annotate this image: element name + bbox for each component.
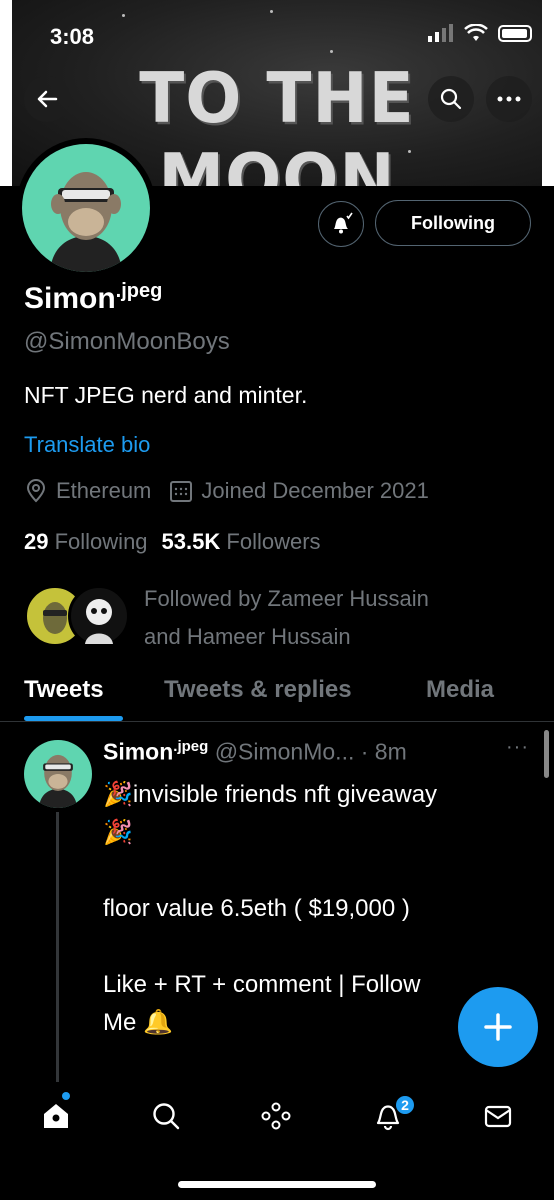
banner-star [270, 10, 273, 13]
following-button[interactable]: Following [375, 200, 531, 246]
profile-handle: @SimonMoonBoys [24, 328, 230, 355]
tweet-avatar[interactable] [24, 740, 92, 808]
followers-count-link[interactable]: 53.5K Followers [162, 529, 321, 555]
back-button[interactable] [24, 76, 70, 122]
battery-icon [498, 24, 532, 42]
back-arrow-icon [37, 90, 58, 108]
party-emoji: 🎉 [103, 781, 133, 808]
tweet-line: invisible friends nft giveaway [132, 781, 438, 808]
tweet-more-icon[interactable]: ··· [506, 736, 529, 759]
home-unread-dot [62, 1092, 70, 1100]
nav-explore[interactable] [146, 1096, 186, 1136]
compose-icon [484, 1013, 512, 1041]
tweet-handle-time: @SimonMo... · 8m [214, 738, 407, 765]
compose-button[interactable] [458, 987, 538, 1067]
party-emoji: 🎉 [103, 819, 133, 846]
tab-media[interactable]: Media [426, 676, 494, 704]
followed-by-line: Followed by Zameer Hussain [144, 586, 429, 611]
tab-tweets-replies[interactable]: Tweets & replies [164, 676, 352, 704]
joined-text: Joined December 2021 [201, 478, 429, 503]
profile-name-text: Simon [24, 282, 116, 315]
followers-count: 53.5K [161, 529, 221, 554]
thread-line [56, 812, 59, 1082]
following-count-link[interactable]: 29 Following [24, 529, 148, 555]
spaces-icon [261, 1102, 291, 1130]
profile-name: Simon.jpeg [24, 280, 162, 316]
profile-tabs: Tweets Tweets & replies Media [0, 672, 554, 722]
location-icon [26, 479, 46, 503]
scrollbar[interactable] [544, 730, 549, 778]
follow-counts: 29 Following 53.5K Followers [24, 529, 321, 555]
nav-messages[interactable] [478, 1096, 518, 1136]
home-indicator[interactable] [178, 1181, 376, 1188]
tweet-author-name[interactable]: Simon [103, 739, 173, 765]
active-tab-indicator [24, 716, 123, 721]
search-icon [440, 88, 462, 110]
wifi-icon [464, 24, 488, 41]
tweet-line: floor value 6.5eth ( $19,000 ) [103, 895, 410, 922]
avatar [68, 585, 130, 647]
status-indicators [428, 24, 532, 42]
joined-item: Joined December 2021 [169, 478, 429, 504]
bell-emoji: 🔔 [143, 1009, 173, 1036]
home-icon [44, 1104, 68, 1128]
banner-star [330, 50, 333, 53]
calendar-icon [170, 481, 193, 502]
tweet-header: Simon.jpeg @SimonMo... · 8m [103, 738, 407, 766]
notification-badge: 2 [394, 1094, 416, 1116]
tweet-line: Me [103, 1009, 137, 1036]
search-button[interactable] [428, 76, 474, 122]
following-count: 29 [24, 529, 49, 554]
signal-icon [428, 24, 453, 42]
translate-bio-link[interactable]: Translate bio [24, 432, 150, 458]
messages-icon [484, 1105, 512, 1128]
followed-by-text[interactable]: Followed by Zameer Hussain and Hameer Hu… [144, 580, 524, 656]
bell-icon [334, 212, 353, 234]
banner-star [122, 14, 125, 17]
profile-avatar[interactable] [16, 138, 156, 278]
nav-spaces[interactable] [256, 1096, 296, 1136]
more-icon [497, 96, 521, 102]
more-button[interactable] [486, 76, 532, 122]
followers-label: Followers [226, 529, 321, 554]
following-label: Following [54, 529, 148, 554]
profile-name-suffix: .jpeg [115, 280, 163, 302]
avatar-image [22, 144, 150, 272]
followed-by-line: and Hameer Hussain [144, 624, 351, 649]
nav-home[interactable] [36, 1096, 76, 1136]
tweet-author-suffix: .jpeg [173, 738, 209, 755]
notify-toggle-button[interactable] [318, 201, 364, 247]
profile-bio: NFT JPEG nerd and minter. [24, 382, 308, 408]
tab-tweets[interactable]: Tweets [24, 676, 104, 704]
followed-by-avatars[interactable] [24, 585, 130, 649]
location-text: Ethereum [56, 478, 152, 503]
explore-icon [153, 1103, 180, 1130]
location-item: Ethereum [24, 478, 151, 504]
status-time: 3:08 [50, 24, 95, 49]
profile-meta: Ethereum Joined December 2021 [24, 478, 447, 504]
